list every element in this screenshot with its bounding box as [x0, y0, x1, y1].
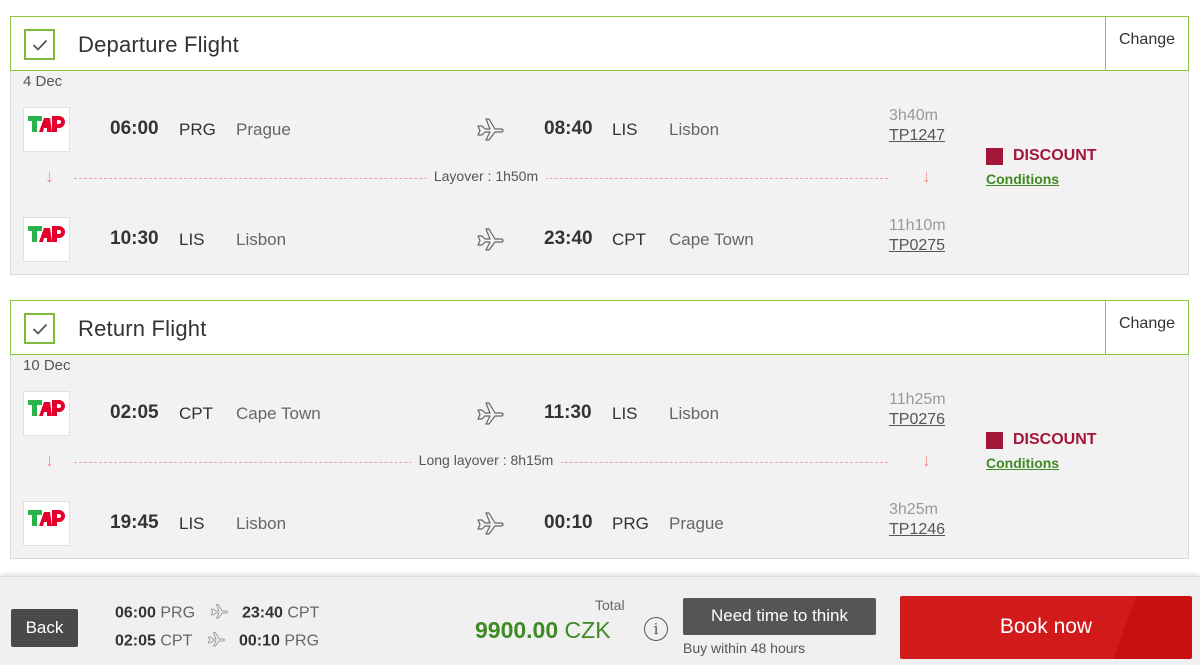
departure-airport-code: LIS — [179, 514, 205, 533]
arrival-time: 08:40 — [544, 118, 593, 139]
plane-icon — [210, 603, 228, 624]
departure-city: Lisbon — [236, 514, 287, 533]
departure-time: 06:00 — [110, 118, 159, 139]
summary-dep-time: 06:00 — [115, 604, 156, 622]
check-icon — [24, 29, 55, 60]
summary-dep-time: 02:05 — [115, 632, 156, 650]
return-details: 10 Dec 02:05 CPT Cape Town 11:30 LIS Lis… — [10, 355, 1189, 559]
flight-number-link[interactable]: TP0275 — [889, 237, 945, 255]
departure-time: 19:45 — [110, 512, 159, 533]
departure-change-button[interactable]: Change — [1105, 16, 1189, 71]
back-button[interactable]: Back — [11, 609, 78, 647]
departure-title: Departure Flight — [78, 32, 239, 57]
return-header: Return Flight Change — [10, 300, 1189, 355]
flight-number-link[interactable]: TP1247 — [889, 127, 945, 145]
tap-logo — [23, 107, 70, 152]
tap-logo — [23, 501, 70, 546]
plane-icon — [476, 401, 504, 430]
total-label: Total — [595, 597, 625, 613]
departure-time: 10:30 — [110, 228, 159, 249]
check-icon — [24, 313, 55, 344]
summary-return: 02:05 CPT 00:10 PRG — [115, 631, 319, 652]
flight-number-link[interactable]: TP1246 — [889, 521, 945, 539]
departure-city: Prague — [236, 120, 291, 139]
departure-date: 4 Dec — [23, 73, 63, 90]
arrival-city: Cape Town — [669, 230, 754, 249]
flight-duration: 3h25m — [889, 501, 938, 518]
summary-outbound: 06:00 PRG 23:40 CPT — [115, 603, 319, 624]
departure-flight-section: Departure Flight Change 4 Dec 06:00 PRG … — [10, 16, 1189, 275]
book-now-button[interactable]: Book now — [900, 596, 1192, 659]
flight-duration: 11h25m — [889, 391, 946, 408]
departure-airport-code: LIS — [179, 230, 205, 249]
info-icon[interactable]: i — [644, 617, 668, 641]
arrival-time: 11:30 — [544, 402, 592, 423]
flight-duration: 11h10m — [889, 217, 946, 234]
layover-text: Long layover : 8h15m — [410, 452, 562, 468]
arrow-down-icon: ↓ — [922, 450, 931, 470]
total-price: 9900.00 CZK — [475, 617, 611, 644]
plane-icon — [476, 117, 504, 146]
arrival-time: 23:40 — [544, 228, 593, 249]
summary-arr-time: 00:10 — [239, 632, 280, 650]
discount-block: DISCOUNT Conditions — [986, 431, 1097, 471]
discount-tag-icon — [986, 431, 1003, 449]
return-title: Return Flight — [78, 316, 207, 341]
flight-segment: 10:30 LIS Lisbon 23:40 CPT Cape Town 11h… — [11, 217, 1188, 263]
departure-airport-code: PRG — [179, 120, 216, 139]
need-time-button[interactable]: Need time to think — [683, 598, 876, 635]
arrival-airport-code: CPT — [612, 230, 646, 249]
arrow-down-icon: ↓ — [922, 166, 931, 186]
discount-block: DISCOUNT Conditions — [986, 147, 1097, 187]
tap-logo — [23, 391, 70, 436]
arrival-airport-code: LIS — [612, 404, 638, 423]
departure-city: Lisbon — [236, 230, 287, 249]
buy-within-note: Buy within 48 hours — [683, 640, 806, 656]
summary-arr-code: PRG — [284, 632, 320, 650]
summary-arr-code: CPT — [287, 604, 320, 622]
plane-icon — [476, 227, 504, 256]
discount-label: DISCOUNT — [1013, 431, 1097, 448]
booking-footer: Back 06:00 PRG 23:40 CPT 02:05 CPT 00:10… — [0, 576, 1200, 665]
departure-city: Cape Town — [236, 404, 321, 423]
discount-label: DISCOUNT — [1013, 147, 1097, 164]
return-date: 10 Dec — [23, 357, 71, 374]
conditions-link[interactable]: Conditions — [986, 171, 1097, 187]
flight-duration: 3h40m — [889, 107, 938, 124]
layover-text: Layover : 1h50m — [425, 168, 547, 184]
flight-number-link[interactable]: TP0276 — [889, 411, 945, 429]
arrival-city: Lisbon — [669, 404, 720, 423]
departure-time: 02:05 — [110, 402, 159, 423]
arrival-airport-code: LIS — [612, 120, 638, 139]
arrival-city: Lisbon — [669, 120, 720, 139]
tap-logo — [23, 217, 70, 262]
total-amount: 9900.00 — [475, 617, 559, 643]
discount-tag-icon — [986, 147, 1003, 165]
summary-arr-time: 23:40 — [241, 604, 283, 622]
total-currency: CZK — [564, 617, 611, 643]
arrival-city: Prague — [669, 514, 724, 533]
conditions-link[interactable]: Conditions — [986, 455, 1097, 471]
summary-dep-code: PRG — [160, 604, 196, 622]
departure-airport-code: CPT — [179, 404, 213, 423]
summary-dep-code: CPT — [160, 632, 193, 650]
departure-details: 4 Dec 06:00 PRG Prague 08:40 LIS Lisbon … — [10, 71, 1189, 275]
return-flight-section: Return Flight Change 10 Dec 02:05 CPT Ca… — [10, 300, 1189, 559]
arrival-time: 00:10 — [544, 512, 593, 533]
plane-icon — [476, 511, 504, 540]
flight-segment: 19:45 LIS Lisbon 00:10 PRG Prague 3h25m … — [11, 501, 1188, 547]
arrival-airport-code: PRG — [612, 514, 649, 533]
plane-icon — [207, 631, 225, 652]
return-change-button[interactable]: Change — [1105, 300, 1189, 355]
departure-header: Departure Flight Change — [10, 16, 1189, 71]
